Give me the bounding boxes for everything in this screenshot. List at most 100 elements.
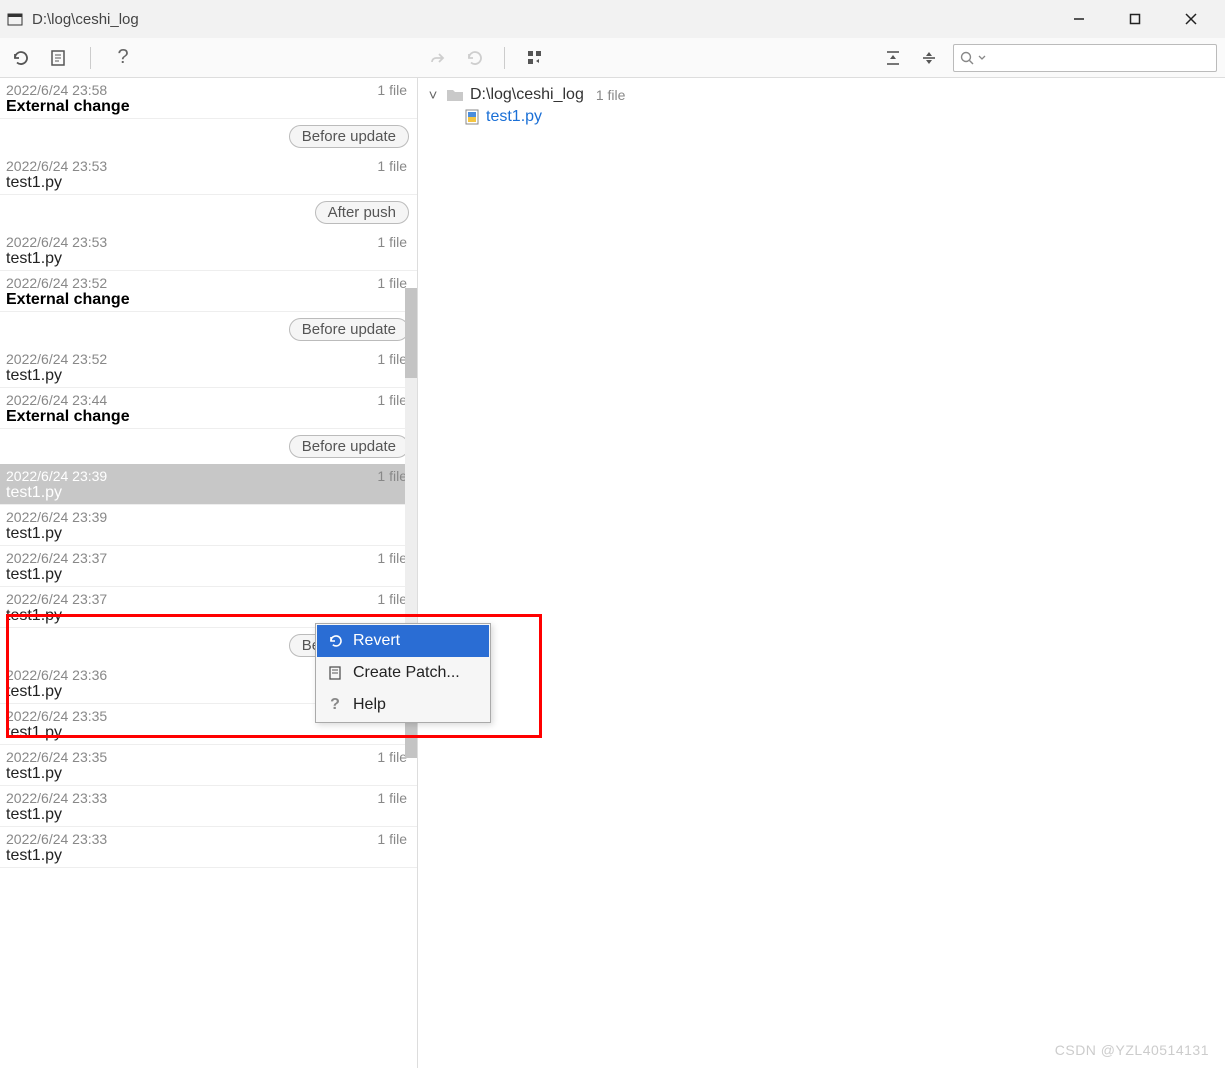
history-entry[interactable]: 2022/6/24 23:33test1.py1 file	[0, 786, 417, 827]
history-panel: 2022/6/24 23:58External change1 fileBefo…	[0, 78, 418, 1068]
context-menu-revert[interactable]: Revert	[317, 625, 489, 657]
entry-date: 2022/6/24 23:33	[6, 790, 411, 806]
app-icon	[6, 10, 24, 28]
scrollbar-thumb[interactable]	[405, 288, 417, 378]
undo2-icon	[462, 46, 486, 70]
history-entry[interactable]: 2022/6/24 23:53test1.py1 file	[0, 154, 417, 195]
entry-file-count: 1 file	[377, 158, 407, 174]
titlebar: D:\log\ceshi_log	[0, 0, 1225, 38]
context-menu: Revert Create Patch... ? Help	[315, 623, 491, 723]
badge-row: After push	[0, 195, 417, 230]
entry-desc: test1.py	[6, 847, 411, 865]
history-entry[interactable]: 2022/6/24 23:58External change1 file	[0, 78, 417, 119]
folder-icon	[446, 87, 464, 103]
entry-date: 2022/6/24 23:39	[6, 509, 411, 525]
entry-desc: test1.py	[6, 174, 411, 192]
context-menu-help[interactable]: ? Help	[317, 689, 489, 721]
entry-file-count: 1 file	[377, 749, 407, 765]
entry-desc: test1.py	[6, 765, 411, 783]
expand-all-icon[interactable]	[881, 46, 905, 70]
watermark: CSDN @YZL40514131	[1055, 1042, 1209, 1058]
entry-desc: test1.py	[6, 250, 411, 268]
entry-file-count: 1 file	[377, 351, 407, 367]
entry-date: 2022/6/24 23:33	[6, 831, 411, 847]
grid-icon[interactable]	[523, 46, 547, 70]
tree-folder-row[interactable]: ˅ D:\log\ceshi_log 1 file	[426, 84, 1217, 106]
history-entry[interactable]: 2022/6/24 23:33test1.py1 file	[0, 827, 417, 868]
entry-date: 2022/6/24 23:39	[6, 468, 411, 484]
window-title: D:\log\ceshi_log	[32, 11, 1051, 28]
entry-date: 2022/6/24 23:58	[6, 82, 411, 98]
context-menu-label: Help	[353, 696, 386, 714]
entry-desc: External change	[6, 98, 411, 116]
revert-icon	[327, 633, 343, 649]
patch-icon[interactable]	[46, 46, 70, 70]
separator	[90, 47, 91, 69]
redo-branch-icon	[426, 46, 450, 70]
file-tree-panel: ˅ D:\log\ceshi_log 1 file test1.py	[418, 78, 1225, 1068]
entry-desc: test1.py	[6, 806, 411, 824]
history-badge: Before update	[289, 435, 409, 458]
patch-icon	[327, 665, 343, 681]
history-entry[interactable]: 2022/6/24 23:52test1.py1 file	[0, 347, 417, 388]
undo-icon[interactable]	[8, 46, 32, 70]
badge-row: Before update	[0, 429, 417, 464]
entry-file-count: 1 file	[377, 82, 407, 98]
entry-date: 2022/6/24 23:53	[6, 234, 411, 250]
entry-date: 2022/6/24 23:37	[6, 550, 411, 566]
help-icon[interactable]: ?	[111, 46, 135, 70]
entry-file-count: 1 file	[377, 392, 407, 408]
history-entry[interactable]: 2022/6/24 23:37test1.py1 file	[0, 587, 417, 628]
folder-file-count: 1 file	[596, 87, 626, 103]
entry-file-count: 1 file	[377, 550, 407, 566]
collapse-all-icon[interactable]	[917, 46, 941, 70]
history-entry[interactable]: 2022/6/24 23:52External change1 file	[0, 271, 417, 312]
minimize-button[interactable]	[1051, 0, 1107, 38]
badge-row: Before update	[0, 312, 417, 347]
entry-desc: test1.py	[6, 724, 411, 742]
entry-desc: External change	[6, 408, 411, 426]
entry-file-count: 1 file	[377, 275, 407, 291]
separator	[504, 47, 505, 69]
history-entry[interactable]: 2022/6/24 23:53test1.py1 file	[0, 230, 417, 271]
tree-file-row[interactable]: test1.py	[464, 106, 1217, 128]
entry-desc: test1.py	[6, 367, 411, 385]
maximize-button[interactable]	[1107, 0, 1163, 38]
history-entry[interactable]: 2022/6/24 23:39test1.py	[0, 505, 417, 546]
badge-row: Before update	[0, 119, 417, 154]
search-icon	[960, 51, 974, 65]
entry-file-count: 1 file	[377, 790, 407, 806]
entry-file-count: 1 file	[377, 591, 407, 607]
entry-file-count: 1 file	[377, 831, 407, 847]
history-entry[interactable]: 2022/6/24 23:35test1.py1 file	[0, 745, 417, 786]
history-entry[interactable]: 2022/6/24 23:37test1.py1 file	[0, 546, 417, 587]
context-menu-label: Create Patch...	[353, 664, 460, 682]
close-button[interactable]	[1163, 0, 1219, 38]
context-menu-create-patch[interactable]: Create Patch...	[317, 657, 489, 689]
history-entry[interactable]: 2022/6/24 23:39test1.py1 file	[0, 464, 417, 505]
history-badge: After push	[315, 201, 409, 224]
folder-path: D:\log\ceshi_log	[470, 86, 584, 104]
entry-date: 2022/6/24 23:44	[6, 392, 411, 408]
entry-date: 2022/6/24 23:35	[6, 749, 411, 765]
help-icon: ?	[327, 697, 343, 713]
entry-file-count: 1 file	[377, 468, 407, 484]
file-name: test1.py	[486, 108, 542, 126]
entry-date: 2022/6/24 23:52	[6, 275, 411, 291]
chevron-down-icon	[978, 54, 986, 62]
python-file-icon	[464, 109, 480, 125]
entry-desc: test1.py	[6, 566, 411, 584]
entry-file-count: 1 file	[377, 234, 407, 250]
toolbar: ?	[0, 38, 1225, 78]
entry-desc: test1.py	[6, 525, 411, 543]
context-menu-label: Revert	[353, 632, 400, 650]
entry-date: 2022/6/24 23:53	[6, 158, 411, 174]
history-badge: Before update	[289, 125, 409, 148]
history-badge: Before update	[289, 318, 409, 341]
chevron-down-icon[interactable]: ˅	[426, 87, 440, 104]
entry-desc: External change	[6, 291, 411, 309]
history-entry[interactable]: 2022/6/24 23:44External change1 file	[0, 388, 417, 429]
entry-date: 2022/6/24 23:37	[6, 591, 411, 607]
entry-desc: test1.py	[6, 484, 411, 502]
search-input[interactable]	[953, 44, 1217, 72]
